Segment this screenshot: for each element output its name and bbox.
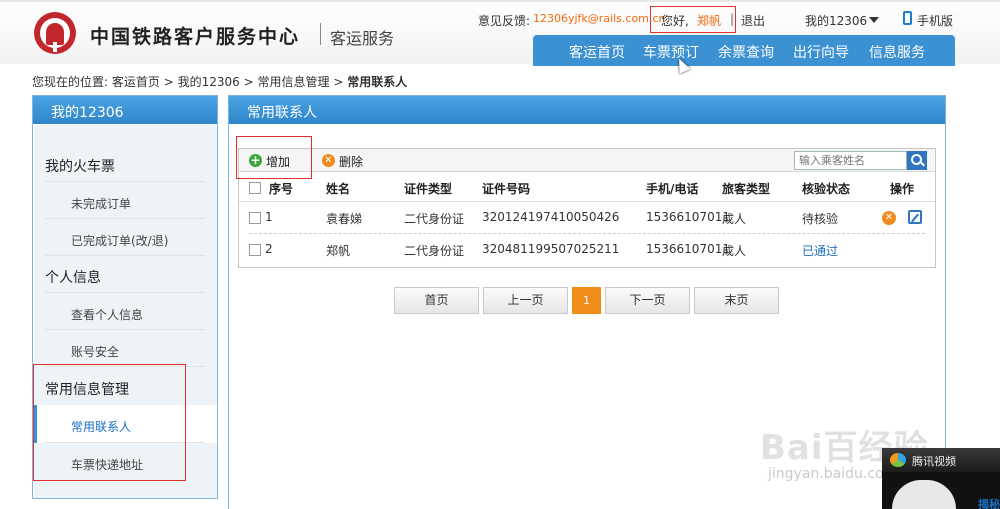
breadcrumb-sep: > — [243, 75, 254, 89]
table-header: 序号 姓名 证件类型 证件号码 手机/电话 旅客类型 核验状态 操作 — [239, 172, 935, 202]
feedback-label: 意见反馈: — [478, 14, 531, 28]
breadcrumb-current: 常用联系人 — [347, 75, 408, 89]
contacts-grid: + 增加 ✕ 删除 序号 姓名 证件类型 证件号码 手机/电话 旅客类型 核验状… — [238, 148, 936, 268]
row-no: 1 — [265, 210, 273, 224]
col-actions: 操作 — [890, 182, 915, 196]
chevron-down-icon[interactable] — [869, 17, 879, 23]
sidebar-item-finished-orders[interactable]: 已完成订单(改/退) — [71, 232, 168, 249]
sidebar-highlight-box — [33, 364, 186, 481]
search-icon[interactable] — [907, 151, 927, 170]
page: 中国铁路客户服务中心 客运服务 意见反馈: 12306yjfk@rails.co… — [0, 0, 1000, 509]
nav-item-booking[interactable]: 车票预订 — [643, 42, 699, 62]
passenger-search-input[interactable] — [794, 151, 907, 170]
divider — [45, 292, 205, 293]
row-id-type: 二代身份证 — [404, 244, 465, 258]
row-id-no: 320124197410050426 — [482, 210, 620, 224]
sidebar-group-tickets[interactable]: 我的火车票 — [45, 156, 205, 176]
mobile-link[interactable]: 手机版 — [917, 12, 953, 29]
video-thumbnail[interactable] — [892, 480, 956, 509]
breadcrumb-prefix: 您现在的位置: — [32, 75, 109, 89]
site-header: 中国铁路客户服务中心 客运服务 意见反馈: 12306yjfk@rails.co… — [0, 0, 1000, 66]
col-name: 姓名 — [326, 182, 351, 196]
breadcrumb-my12306[interactable]: 我的12306 — [178, 75, 240, 89]
grid-toolbar: + 增加 ✕ 删除 — [239, 149, 935, 172]
mobile-phone-icon[interactable] — [903, 11, 912, 25]
edit-icon[interactable] — [908, 210, 922, 224]
greeting: 您好, — [661, 14, 689, 28]
sidebar-item-view-profile[interactable]: 查看个人信息 — [71, 306, 143, 323]
divider — [45, 329, 205, 330]
row-id-no: 320481199507025211 — [482, 242, 620, 256]
prev-page-button[interactable]: 上一页 — [483, 287, 568, 314]
panel-title: 常用联系人 — [229, 96, 945, 124]
video-title: 腾讯视频 — [912, 455, 956, 468]
divider — [45, 255, 205, 256]
row-name: 郑帆 — [326, 244, 351, 258]
divider — [45, 181, 205, 182]
row-status: 已通过 — [802, 244, 839, 258]
breadcrumb-sep: > — [333, 75, 344, 89]
col-id-no: 证件号码 — [482, 182, 531, 196]
row-phone: 15366107011 — [646, 242, 730, 256]
row-passenger-type: 成人 — [722, 244, 747, 258]
table-row[interactable]: 1 袁春娣 二代身份证 320124197410050426 153661070… — [239, 202, 935, 232]
sidebar-group-personal[interactable]: 个人信息 — [45, 267, 205, 287]
delete-contact-icon[interactable]: ✕ — [882, 211, 896, 225]
col-phone: 手机/电话 — [646, 182, 699, 196]
title-divider — [320, 23, 321, 45]
video-caption[interactable]: 揭秘 — [978, 496, 1000, 509]
first-page-button[interactable]: 首页 — [394, 287, 479, 314]
site-title[interactable]: 中国铁路客户服务中心 — [90, 22, 300, 49]
col-no: 序号 — [269, 182, 294, 196]
my12306-menu[interactable]: 我的12306 — [805, 12, 867, 29]
nav-item-remaining-tickets[interactable]: 余票查询 — [718, 42, 774, 62]
site-subtitle: 客运服务 — [330, 29, 395, 48]
main-nav: 客运首页 车票预订 余票查询 出行向导 信息服务 — [533, 35, 955, 66]
sidebar-title: 我的12306 — [33, 96, 217, 124]
breadcrumb-home[interactable]: 客运首页 — [112, 75, 160, 89]
row-checkbox[interactable] — [249, 212, 261, 224]
baidu-watermark-url: jingyan.baidu.com — [768, 466, 898, 482]
delete-icon[interactable]: ✕ — [322, 154, 335, 167]
last-page-button[interactable]: 末页 — [694, 287, 779, 314]
logout-link[interactable]: 退出 — [741, 12, 765, 29]
breadcrumb-info-mgmt[interactable]: 常用信息管理 — [258, 75, 330, 89]
select-all-checkbox[interactable] — [249, 182, 261, 194]
col-status: 核验状态 — [802, 182, 851, 196]
header-separator: | — [730, 12, 735, 26]
add-highlight-box — [236, 136, 312, 179]
delete-button[interactable]: 删除 — [339, 153, 363, 170]
col-id-type: 证件类型 — [404, 182, 453, 196]
row-no: 2 — [265, 242, 273, 256]
row-passenger-type: 成人 — [722, 212, 747, 226]
video-popup[interactable]: 腾讯视频 揭秘 — [882, 448, 1000, 509]
nav-item-home[interactable]: 客运首页 — [569, 42, 625, 62]
row-id-type: 二代身份证 — [404, 212, 465, 226]
sidebar-item-account-security[interactable]: 账号安全 — [71, 343, 119, 360]
tencent-video-icon — [890, 453, 906, 467]
row-checkbox[interactable] — [249, 244, 261, 256]
user-name-link[interactable]: 郑帆 — [697, 12, 721, 29]
nav-item-info-service[interactable]: 信息服务 — [869, 42, 925, 62]
table-row[interactable]: 2 郑帆 二代身份证 320481199507025211 1536610701… — [239, 234, 935, 264]
nav-item-travel-guide[interactable]: 出行向导 — [793, 42, 849, 62]
breadcrumb: 您现在的位置: 客运首页 > 我的12306 > 常用信息管理 > 常用联系人 — [32, 73, 407, 90]
row-name: 袁春娣 — [326, 212, 363, 226]
sidebar-item-unfinished-orders[interactable]: 未完成订单 — [71, 195, 131, 212]
current-page[interactable]: 1 — [572, 287, 601, 314]
row-phone: 15366107011 — [646, 210, 730, 224]
breadcrumb-sep: > — [163, 75, 174, 89]
row-status: 待核验 — [802, 212, 839, 226]
railway-logo-icon[interactable] — [34, 12, 76, 54]
feedback-email-link[interactable]: 12306yjfk@rails.com.cn — [533, 12, 665, 25]
next-page-button[interactable]: 下一页 — [605, 287, 690, 314]
col-passenger-type: 旅客类型 — [722, 182, 771, 196]
divider — [45, 218, 205, 219]
video-titlebar: 腾讯视频 — [882, 448, 1000, 472]
